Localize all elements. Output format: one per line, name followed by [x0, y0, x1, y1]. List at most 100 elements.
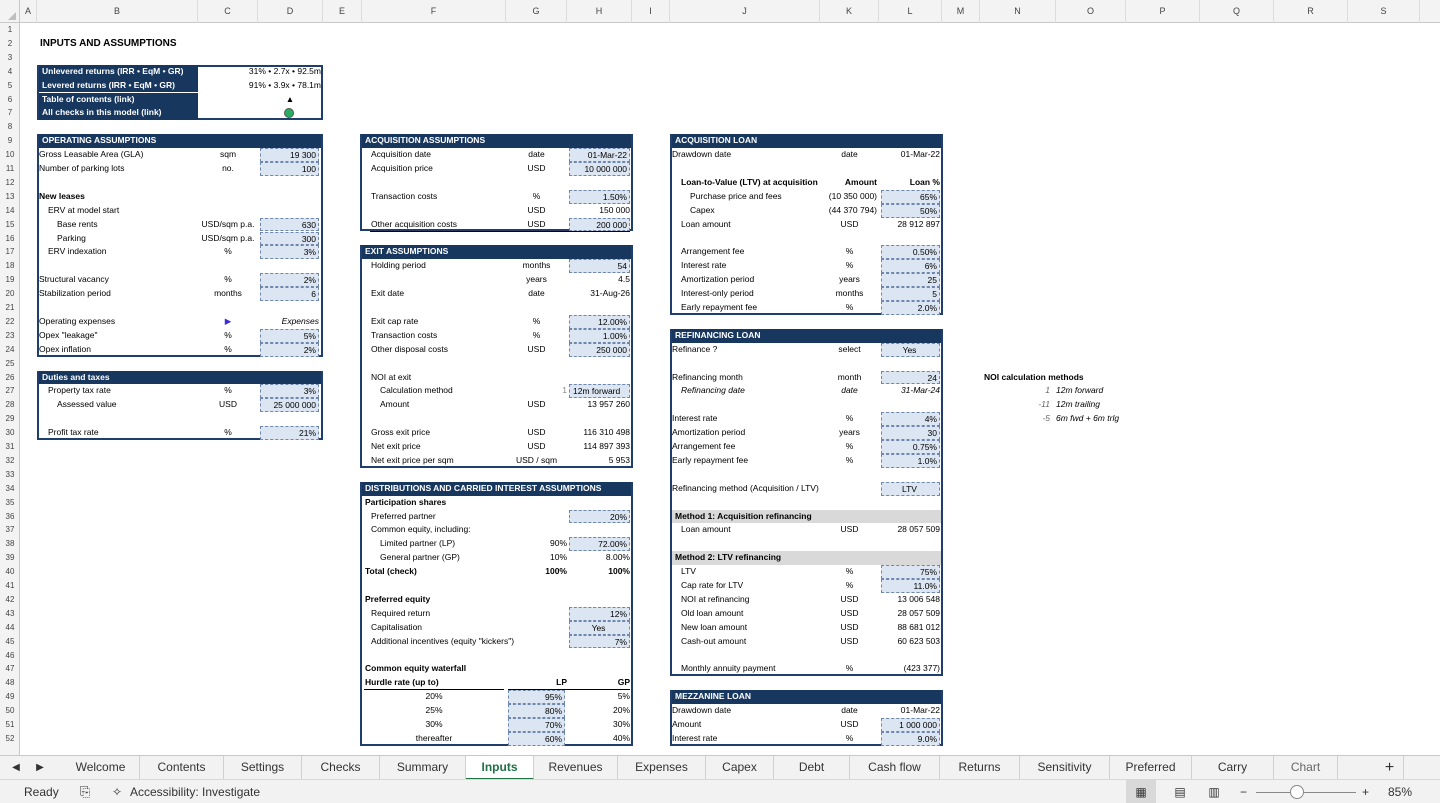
row-header-22[interactable]: 22 — [0, 315, 20, 329]
row-header-46[interactable]: 46 — [0, 649, 20, 663]
row-header-11[interactable]: 11 — [0, 162, 20, 176]
row-header-13[interactable]: 13 — [0, 190, 20, 204]
column-header-A[interactable]: A — [20, 0, 37, 23]
column-header-L[interactable]: L — [879, 0, 942, 23]
acq-amortization-value[interactable]: 25 — [881, 273, 940, 288]
page-break-view-icon[interactable]: ▥ — [1204, 780, 1224, 803]
calc-method-value[interactable]: 12m forward — [569, 384, 630, 399]
row-header-52[interactable]: 52 — [0, 732, 20, 746]
row-header-5[interactable]: 5 — [0, 79, 20, 93]
hurdle-lp-value[interactable]: 95% — [508, 690, 565, 705]
column-header-O[interactable]: O — [1056, 0, 1126, 23]
exit-transaction-costs-value[interactable]: 1.00% — [569, 328, 630, 343]
accessibility-icon[interactable]: ✧ — [112, 780, 122, 803]
sheet-tab-inputs[interactable]: Inputs — [466, 756, 534, 780]
column-header-C[interactable]: C — [198, 0, 258, 23]
parking-lots-value[interactable]: 100 — [260, 162, 319, 176]
row-header-35[interactable]: 35 — [0, 496, 20, 510]
row-header-33[interactable]: 33 — [0, 468, 20, 482]
column-header-G[interactable]: G — [506, 0, 567, 23]
mezz-interest-value[interactable]: 9.0% — [881, 731, 940, 746]
sheet-tab-checks[interactable]: Checks — [302, 756, 380, 780]
sheet-tab-contents[interactable]: Contents — [140, 756, 224, 780]
select-all-corner[interactable] — [0, 0, 20, 23]
row-header-28[interactable]: 28 — [0, 398, 20, 412]
sheet-tab-expenses[interactable]: Expenses — [618, 756, 706, 780]
row-header-32[interactable]: 32 — [0, 454, 20, 468]
hurdle-lp-value[interactable]: 70% — [508, 718, 565, 732]
opex-link-arrow-icon[interactable]: ▶ — [198, 315, 258, 329]
row-header-31[interactable]: 31 — [0, 440, 20, 454]
column-header-J[interactable]: J — [670, 0, 820, 23]
acquisition-price-value[interactable]: 10 000 000 — [569, 162, 630, 176]
preferred-partner-value[interactable]: 20% — [569, 509, 630, 524]
row-header-1[interactable]: 1 — [0, 23, 20, 37]
add-sheet-button[interactable]: + — [1376, 756, 1404, 780]
row-header-39[interactable]: 39 — [0, 551, 20, 565]
column-header-K[interactable]: K — [820, 0, 879, 23]
row-header-41[interactable]: 41 — [0, 579, 20, 593]
row-header-48[interactable]: 48 — [0, 676, 20, 690]
transaction-costs-pct-value[interactable]: 1.50% — [569, 189, 630, 204]
row-header-26[interactable]: 26 — [0, 371, 20, 385]
column-header-M[interactable]: M — [942, 0, 980, 23]
sheet-tab-chart[interactable]: Chart — [1274, 756, 1338, 780]
erv-indexation-value[interactable]: 3% — [260, 245, 319, 260]
sheet-tab-settings[interactable]: Settings — [224, 756, 302, 780]
row-header-45[interactable]: 45 — [0, 635, 20, 649]
m2-ltv-value[interactable]: 75% — [881, 565, 940, 579]
row-header-20[interactable]: 20 — [0, 287, 20, 301]
row-header-51[interactable]: 51 — [0, 718, 20, 732]
sheet-tab-revenues[interactable]: Revenues — [534, 756, 618, 780]
column-header-I[interactable]: I — [632, 0, 670, 23]
row-header-40[interactable]: 40 — [0, 565, 20, 579]
purchase-price-ltv[interactable]: 65% — [881, 189, 940, 204]
row-header-6[interactable]: 6 — [0, 93, 20, 107]
row-header-25[interactable]: 25 — [0, 357, 20, 371]
row-header-49[interactable]: 49 — [0, 690, 20, 704]
toc-triangle-icon[interactable]: ▲ — [258, 93, 322, 107]
sheet-tab-welcome[interactable]: Welcome — [62, 756, 140, 780]
assessed-value-value[interactable]: 25 000 000 — [260, 398, 319, 413]
column-header-F[interactable]: F — [362, 0, 506, 23]
macro-record-icon[interactable]: ⎘ — [80, 780, 90, 803]
lp-value[interactable]: 72.00% — [569, 537, 630, 552]
row-header-34[interactable]: 34 — [0, 482, 20, 496]
row-header-9[interactable]: 9 — [0, 134, 20, 148]
page-layout-view-icon[interactable]: ▤ — [1170, 780, 1190, 803]
column-header-B[interactable]: B — [37, 0, 198, 23]
row-header-7[interactable]: 7 — [0, 106, 20, 120]
capex-ltv[interactable]: 50% — [881, 203, 940, 218]
row-header-24[interactable]: 24 — [0, 343, 20, 357]
kickers-value[interactable]: 7% — [569, 634, 630, 649]
row-header-4[interactable]: 4 — [0, 65, 20, 79]
m2-cap-rate-value[interactable]: 11.0% — [881, 579, 940, 593]
acq-io-period-value[interactable]: 5 — [881, 287, 940, 301]
row-header-14[interactable]: 14 — [0, 204, 20, 218]
acq-early-repayment-value[interactable]: 2.0% — [881, 301, 940, 315]
required-return-value[interactable]: 12% — [569, 606, 630, 621]
row-header-29[interactable]: 29 — [0, 412, 20, 426]
column-header-H[interactable]: H — [567, 0, 632, 23]
holding-period-value[interactable]: 54 — [569, 259, 630, 274]
property-tax-value[interactable]: 3% — [260, 384, 319, 399]
row-header-3[interactable]: 3 — [0, 51, 20, 65]
sheet-tab-sensitivity[interactable]: Sensitivity — [1020, 756, 1110, 780]
column-header-D[interactable]: D — [258, 0, 323, 23]
sheet-tab-returns[interactable]: Returns — [940, 756, 1020, 780]
row-header-50[interactable]: 50 — [0, 704, 20, 718]
row-header-2[interactable]: 2 — [0, 37, 20, 51]
toc-link[interactable]: Table of contents (link) — [39, 92, 198, 107]
acq-interest-rate-value[interactable]: 6% — [881, 259, 940, 274]
tab-scroll-right-icon[interactable]: ▶ — [28, 756, 52, 780]
base-rents-value[interactable]: 630 — [260, 217, 319, 232]
refi-arrangement-value[interactable]: 0.75% — [881, 440, 940, 454]
row-header-38[interactable]: 38 — [0, 537, 20, 551]
row-header-17[interactable]: 17 — [0, 245, 20, 259]
row-header-37[interactable]: 37 — [0, 523, 20, 537]
tab-scroll-left-icon[interactable]: ◀ — [4, 756, 28, 780]
exit-cap-rate-value[interactable]: 12.00% — [569, 314, 630, 329]
profit-tax-value[interactable]: 21% — [260, 426, 319, 440]
mezz-amount-value[interactable]: 1 000 000 — [881, 718, 940, 732]
row-header-18[interactable]: 18 — [0, 259, 20, 273]
